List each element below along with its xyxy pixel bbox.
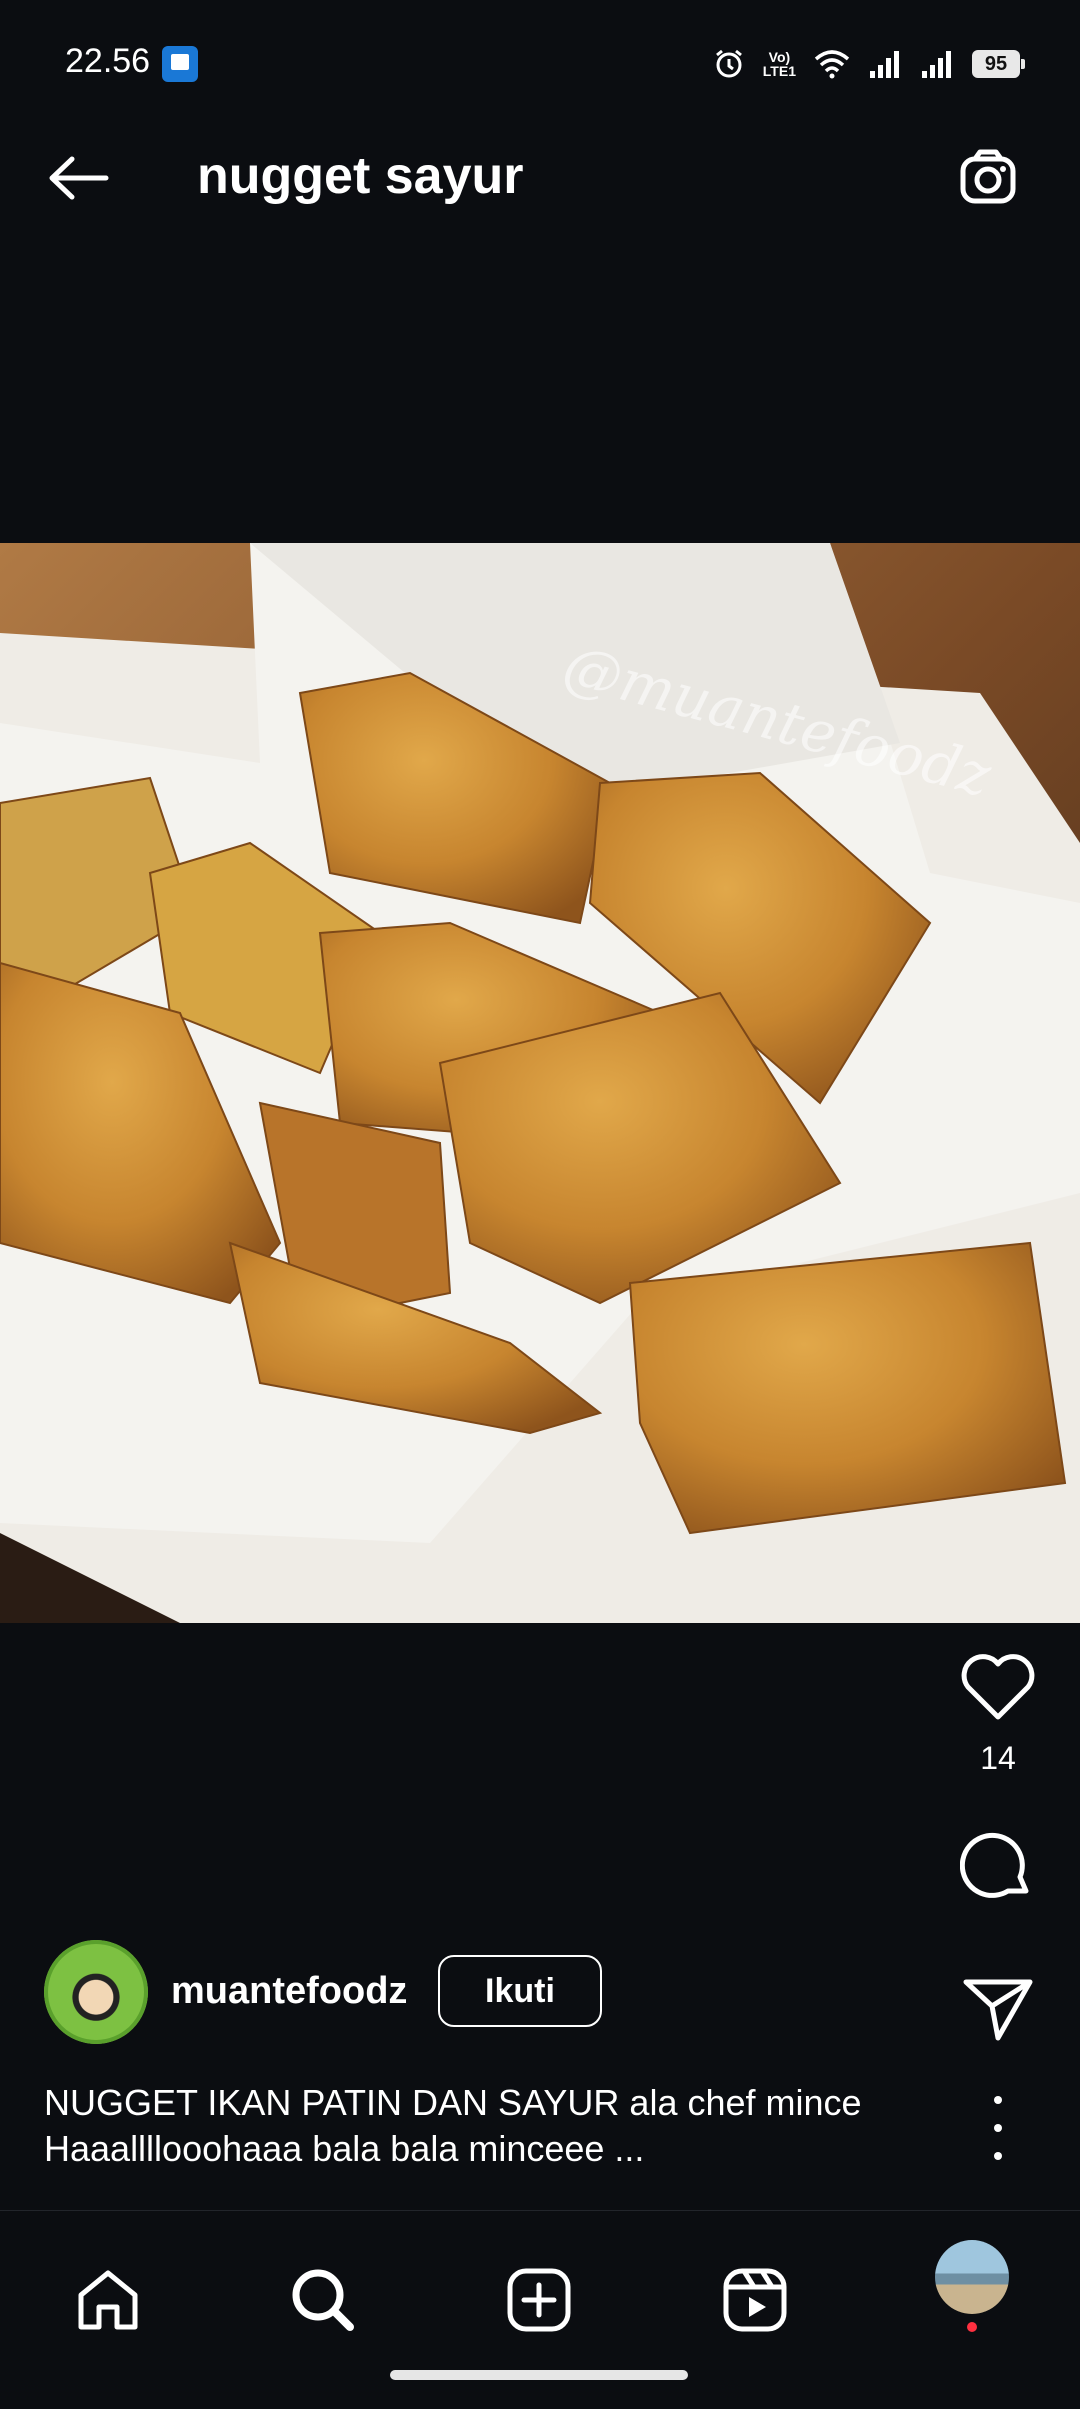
heart-icon	[961, 1654, 1035, 1720]
more-options-button[interactable]	[978, 2096, 1018, 2160]
wifi-icon	[814, 50, 850, 79]
post-photo[interactable]: @muantefoodz	[0, 543, 1080, 1623]
nav-home[interactable]	[63, 2255, 153, 2345]
lte-label-top: Vo)	[768, 49, 791, 65]
follow-button[interactable]: Ikuti	[438, 1955, 602, 2027]
home-icon	[78, 2270, 138, 2330]
home-indicator-bar[interactable]	[390, 2370, 688, 2380]
search-icon	[292, 2269, 354, 2331]
more-dot	[994, 2152, 1002, 2160]
nugget-photo-illustration: @muantefoodz	[0, 543, 1080, 1623]
author-username[interactable]: muantefoodz	[171, 1970, 407, 2013]
more-dot	[994, 2124, 1002, 2132]
status-time: 22.56	[65, 42, 151, 80]
nav-search[interactable]	[278, 2255, 368, 2345]
signal-icon-2	[922, 51, 951, 78]
nav-create-post[interactable]	[494, 2255, 584, 2345]
reels-icon	[723, 2268, 787, 2332]
page-title: nugget sayur	[197, 147, 524, 205]
lte-indicator: Vo) LTE1	[763, 50, 796, 78]
lte-label-bottom: LTE1	[762, 63, 796, 79]
camera-button[interactable]	[950, 138, 1030, 218]
send-icon	[963, 1979, 1033, 2041]
comment-icon	[960, 1832, 1029, 1898]
signal-icon-1	[870, 51, 899, 78]
post-caption[interactable]: NUGGET IKAN PATIN DAN SAYUR ala chef min…	[44, 2080, 924, 2172]
app-notification-icon	[162, 46, 198, 82]
notification-dot	[967, 2322, 977, 2332]
arrow-left-icon	[49, 156, 109, 200]
add-post-icon	[507, 2268, 571, 2332]
alarm-icon	[715, 49, 742, 78]
back-button[interactable]	[38, 138, 118, 218]
comment-button[interactable]	[948, 1822, 1048, 1912]
avatar-ring	[44, 1940, 148, 2044]
nav-profile-avatar[interactable]	[935, 2240, 1009, 2314]
battery-indicator: 95	[972, 50, 1025, 78]
caption-line-1: NUGGET IKAN PATIN DAN SAYUR ala chef min…	[44, 2082, 862, 2123]
author-avatar[interactable]	[44, 1940, 148, 2044]
caption-line-2: Haaallllooohaaa bala bala minceee ...	[44, 2128, 645, 2169]
nav-reels[interactable]	[710, 2255, 800, 2345]
camera-icon	[960, 149, 1016, 204]
top-bar: nugget sayur	[0, 110, 1080, 240]
share-button[interactable]	[948, 1964, 1048, 2054]
like-count: 14	[980, 1740, 1016, 1776]
more-dot	[994, 2096, 1002, 2104]
like-button[interactable]	[948, 1642, 1048, 1732]
status-icons: Vo) LTE1 95	[713, 42, 1025, 86]
